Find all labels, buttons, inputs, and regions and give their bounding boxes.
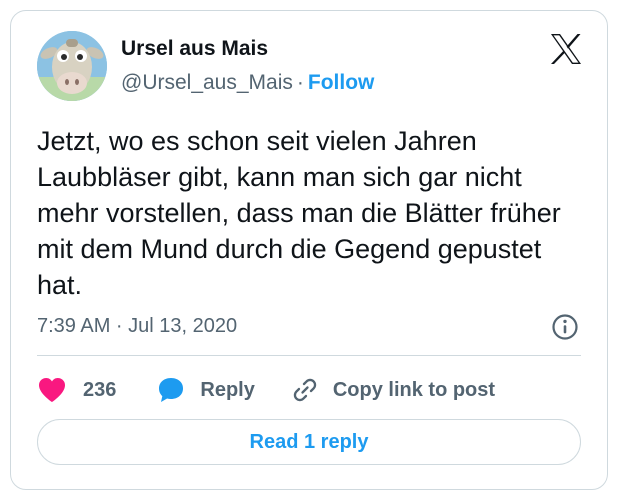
action-bar: 236 Reply Copy link to post: [37, 373, 495, 407]
heart-icon: [39, 378, 65, 402]
divider: [37, 355, 581, 356]
copy-link-label: Copy link to post: [332, 378, 496, 401]
follow-button[interactable]: Follow: [308, 71, 375, 94]
info-icon[interactable]: [551, 313, 579, 341]
avatar-image: [37, 31, 107, 101]
speech-bubble-icon: [159, 378, 184, 402]
author-handle[interactable]: @Ursel_aus_Mais: [121, 71, 293, 94]
tweet-text: Jetzt, wo es schon seit vielen Jahren La…: [37, 126, 561, 300]
author-meta: @Ursel_aus_Mais · Follow: [121, 71, 374, 95]
like-count: 236: [83, 378, 117, 401]
reply-button[interactable]: Reply: [156, 375, 255, 405]
avatar[interactable]: [37, 31, 107, 101]
copy-link-button[interactable]: Copy link to post: [291, 376, 495, 404]
tweet-card: Ursel aus Mais @Ursel_aus_Mais · Follow Je…: [10, 10, 608, 490]
x-logo-icon[interactable]: [549, 33, 583, 65]
separator-dot: ·: [296, 71, 304, 94]
read-replies-button[interactable]: Read 1 reply: [37, 419, 581, 465]
like-button[interactable]: 236: [37, 376, 116, 404]
link-icon: [293, 378, 317, 402]
reply-label: Reply: [200, 378, 255, 401]
author-name[interactable]: Ursel aus Mais: [121, 37, 268, 61]
tweet-timestamp[interactable]: 7:39 AM · Jul 13, 2020: [37, 315, 237, 338]
